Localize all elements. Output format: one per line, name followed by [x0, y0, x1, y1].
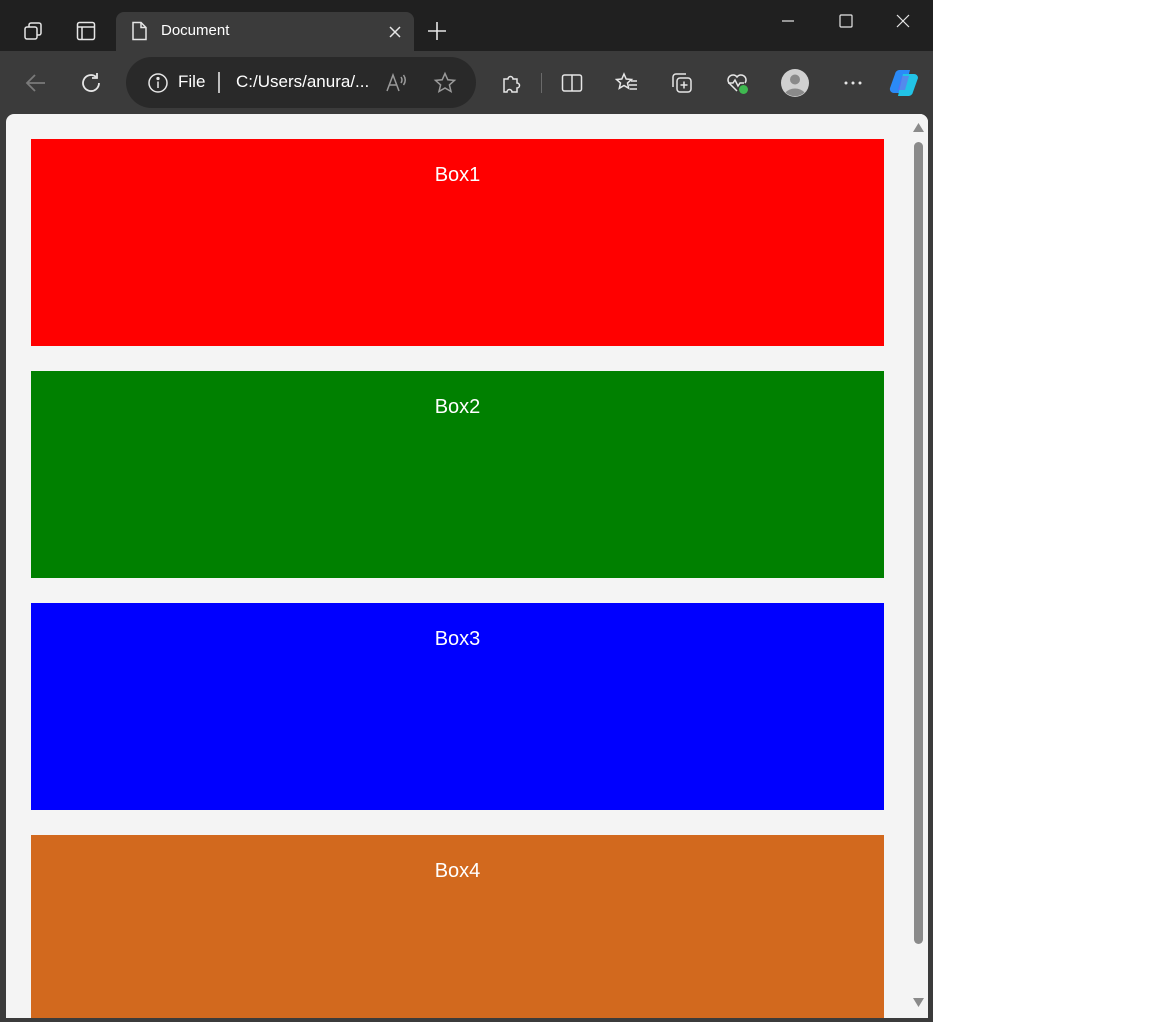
- workspaces-icon[interactable]: [22, 20, 44, 42]
- toolbar-divider: [541, 73, 542, 93]
- box-1: Box1: [31, 139, 884, 346]
- scroll-down-arrow-icon[interactable]: [913, 998, 924, 1007]
- box-3: Box3: [31, 603, 884, 810]
- address-separator: [218, 72, 220, 93]
- minimize-icon[interactable]: [780, 14, 796, 30]
- favorites-icon[interactable]: [615, 71, 639, 95]
- info-icon[interactable]: [147, 72, 169, 94]
- profile-avatar-icon[interactable]: [780, 68, 810, 98]
- maximize-icon[interactable]: [838, 13, 854, 29]
- page-icon: [130, 21, 148, 41]
- copilot-icon[interactable]: [888, 67, 922, 99]
- refresh-icon[interactable]: [79, 71, 103, 95]
- browser-window: Document File C:/Users/anura/... Box1 Bo…: [0, 0, 933, 1022]
- box-label: Box2: [434, 396, 481, 418]
- tab-strip: Document: [0, 0, 933, 51]
- address-bar[interactable]: File C:/Users/anura/...: [126, 57, 476, 108]
- scroll-thumb[interactable]: [914, 142, 923, 944]
- extensions-icon[interactable]: [499, 71, 523, 95]
- heart-pulse-icon[interactable]: [725, 71, 751, 97]
- collections-icon[interactable]: [670, 71, 694, 95]
- plus-icon[interactable]: [426, 20, 448, 42]
- tab-document[interactable]: Document: [116, 12, 414, 51]
- box-label: Box4: [434, 860, 481, 882]
- close-icon[interactable]: [388, 25, 402, 39]
- tab-title: Document: [161, 22, 230, 39]
- toolbar: File C:/Users/anura/...: [0, 51, 933, 114]
- back-arrow-icon[interactable]: [24, 71, 48, 95]
- more-icon[interactable]: [841, 71, 865, 95]
- window-close-icon[interactable]: [895, 13, 911, 29]
- box-label: Box1: [434, 164, 481, 186]
- split-screen-icon[interactable]: [560, 71, 584, 95]
- read-aloud-icon[interactable]: [384, 71, 408, 95]
- box-2: Box2: [31, 371, 884, 578]
- star-icon[interactable]: [433, 71, 457, 95]
- box-label: Box3: [434, 628, 481, 650]
- scroll-up-arrow-icon[interactable]: [913, 123, 924, 132]
- address-scheme: File: [178, 72, 206, 91]
- box-4: Box4: [31, 835, 884, 1018]
- address-url[interactable]: C:/Users/anura/...: [236, 72, 376, 92]
- vertical-scrollbar[interactable]: [909, 114, 928, 1018]
- tab-actions-icon[interactable]: [76, 21, 96, 41]
- page-viewport: Box1 Box2 Box3 Box4: [6, 114, 928, 1018]
